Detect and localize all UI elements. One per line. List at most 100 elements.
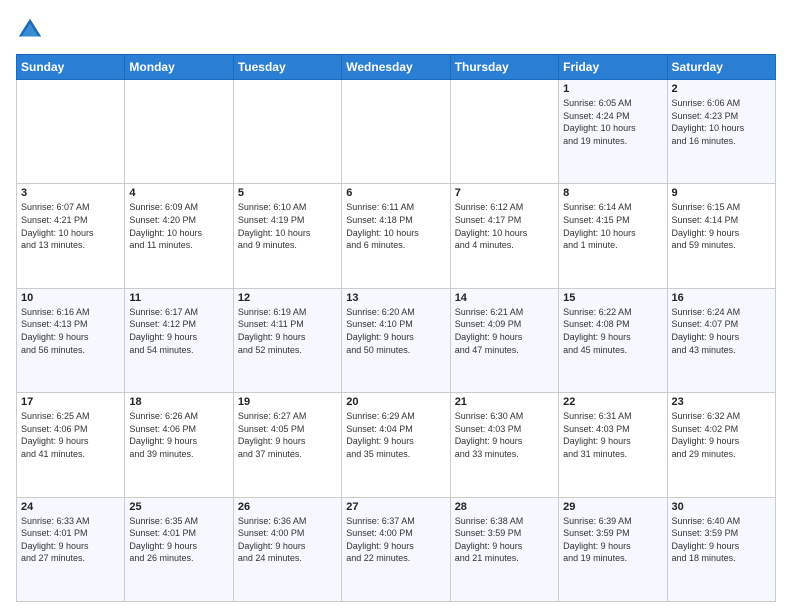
day-number: 6	[346, 187, 445, 199]
day-info: Sunrise: 6:09 AM Sunset: 4:20 PM Dayligh…	[129, 201, 228, 251]
day-info: Sunrise: 6:29 AM Sunset: 4:04 PM Dayligh…	[346, 410, 445, 460]
day-info: Sunrise: 6:16 AM Sunset: 4:13 PM Dayligh…	[21, 306, 120, 356]
week-row-2: 10 Sunrise: 6:16 AM Sunset: 4:13 PM Dayli…	[17, 288, 776, 392]
day-cell: 24 Sunrise: 6:33 AM Sunset: 4:01 PM Dayli…	[17, 497, 125, 601]
day-info: Sunrise: 6:31 AM Sunset: 4:03 PM Dayligh…	[563, 410, 662, 460]
day-number: 21	[455, 396, 554, 408]
day-cell: 27Sunrise: 6:37 AM Sunset: 4:00 PM Dayli…	[342, 497, 450, 601]
day-number: 24	[21, 501, 120, 513]
week-row-3: 17 Sunrise: 6:25 AM Sunset: 4:06 PM Dayli…	[17, 393, 776, 497]
day-cell: 22 Sunrise: 6:31 AM Sunset: 4:03 PM Dayli…	[559, 393, 667, 497]
day-number: 2	[672, 83, 771, 95]
day-info: Sunrise: 6:27 AM Sunset: 4:05 PM Dayligh…	[238, 410, 337, 460]
day-cell: 7Sunrise: 6:12 AM Sunset: 4:17 PM Daylig…	[450, 184, 558, 288]
day-number: 13	[346, 292, 445, 304]
day-cell: 28 Sunrise: 6:38 AM Sunset: 3:59 PM Dayli…	[450, 497, 558, 601]
day-cell: 19 Sunrise: 6:27 AM Sunset: 4:05 PM Dayli…	[233, 393, 341, 497]
week-row-4: 24 Sunrise: 6:33 AM Sunset: 4:01 PM Dayli…	[17, 497, 776, 601]
day-number: 3	[21, 187, 120, 199]
day-cell: 12 Sunrise: 6:19 AM Sunset: 4:11 PM Dayli…	[233, 288, 341, 392]
week-row-0: 1 Sunrise: 6:05 AM Sunset: 4:24 PM Daylig…	[17, 80, 776, 184]
day-cell: 13 Sunrise: 6:20 AM Sunset: 4:10 PM Dayli…	[342, 288, 450, 392]
day-number: 18	[129, 396, 228, 408]
day-cell: 8 Sunrise: 6:14 AM Sunset: 4:15 PM Daylig…	[559, 184, 667, 288]
day-info: Sunrise: 6:26 AM Sunset: 4:06 PM Dayligh…	[129, 410, 228, 460]
day-cell: 18 Sunrise: 6:26 AM Sunset: 4:06 PM Dayli…	[125, 393, 233, 497]
day-info: Sunrise: 6:36 AM Sunset: 4:00 PM Dayligh…	[238, 515, 337, 565]
day-cell: 3 Sunrise: 6:07 AM Sunset: 4:21 PM Daylig…	[17, 184, 125, 288]
day-info: Sunrise: 6:19 AM Sunset: 4:11 PM Dayligh…	[238, 306, 337, 356]
day-info: Sunrise: 6:25 AM Sunset: 4:06 PM Dayligh…	[21, 410, 120, 460]
day-info: Sunrise: 6:33 AM Sunset: 4:01 PM Dayligh…	[21, 515, 120, 565]
day-number: 12	[238, 292, 337, 304]
day-cell: 30 Sunrise: 6:40 AM Sunset: 3:59 PM Dayli…	[667, 497, 775, 601]
day-cell: 9 Sunrise: 6:15 AM Sunset: 4:14 PM Daylig…	[667, 184, 775, 288]
day-cell: 16Sunrise: 6:24 AM Sunset: 4:07 PM Dayli…	[667, 288, 775, 392]
day-number: 29	[563, 501, 662, 513]
day-info: Sunrise: 6:37 AM Sunset: 4:00 PM Dayligh…	[346, 515, 445, 565]
weekday-header-thursday: Thursday	[450, 55, 558, 80]
day-cell: 29 Sunrise: 6:39 AM Sunset: 3:59 PM Dayli…	[559, 497, 667, 601]
day-info: Sunrise: 6:06 AM Sunset: 4:23 PM Dayligh…	[672, 97, 771, 147]
day-cell	[17, 80, 125, 184]
day-cell: 14Sunrise: 6:21 AM Sunset: 4:09 PM Dayli…	[450, 288, 558, 392]
day-number: 4	[129, 187, 228, 199]
day-number: 17	[21, 396, 120, 408]
day-cell: 5Sunrise: 6:10 AM Sunset: 4:19 PM Daylig…	[233, 184, 341, 288]
day-cell	[342, 80, 450, 184]
calendar: SundayMondayTuesdayWednesdayThursdayFrid…	[16, 54, 776, 602]
day-cell: 26 Sunrise: 6:36 AM Sunset: 4:00 PM Dayli…	[233, 497, 341, 601]
day-number: 23	[672, 396, 771, 408]
day-cell: 25Sunrise: 6:35 AM Sunset: 4:01 PM Dayli…	[125, 497, 233, 601]
day-number: 8	[563, 187, 662, 199]
day-info: Sunrise: 6:40 AM Sunset: 3:59 PM Dayligh…	[672, 515, 771, 565]
weekday-header-monday: Monday	[125, 55, 233, 80]
day-cell: 17 Sunrise: 6:25 AM Sunset: 4:06 PM Dayli…	[17, 393, 125, 497]
day-info: Sunrise: 6:14 AM Sunset: 4:15 PM Dayligh…	[563, 201, 662, 251]
logo	[16, 16, 48, 44]
day-info: Sunrise: 6:30 AM Sunset: 4:03 PM Dayligh…	[455, 410, 554, 460]
day-cell: 15Sunrise: 6:22 AM Sunset: 4:08 PM Dayli…	[559, 288, 667, 392]
day-cell: 1 Sunrise: 6:05 AM Sunset: 4:24 PM Daylig…	[559, 80, 667, 184]
day-number: 30	[672, 501, 771, 513]
day-cell: 4 Sunrise: 6:09 AM Sunset: 4:20 PM Daylig…	[125, 184, 233, 288]
day-number: 26	[238, 501, 337, 513]
day-number: 10	[21, 292, 120, 304]
day-info: Sunrise: 6:05 AM Sunset: 4:24 PM Dayligh…	[563, 97, 662, 147]
day-cell: 10 Sunrise: 6:16 AM Sunset: 4:13 PM Dayli…	[17, 288, 125, 392]
day-number: 9	[672, 187, 771, 199]
weekday-header-sunday: Sunday	[17, 55, 125, 80]
day-info: Sunrise: 6:21 AM Sunset: 4:09 PM Dayligh…	[455, 306, 554, 356]
day-cell: 21 Sunrise: 6:30 AM Sunset: 4:03 PM Dayli…	[450, 393, 558, 497]
day-number: 16	[672, 292, 771, 304]
day-number: 5	[238, 187, 337, 199]
day-info: Sunrise: 6:12 AM Sunset: 4:17 PM Dayligh…	[455, 201, 554, 251]
day-cell: 6 Sunrise: 6:11 AM Sunset: 4:18 PM Daylig…	[342, 184, 450, 288]
day-number: 1	[563, 83, 662, 95]
weekday-header-wednesday: Wednesday	[342, 55, 450, 80]
weekday-header-saturday: Saturday	[667, 55, 775, 80]
day-number: 15	[563, 292, 662, 304]
weekday-header-friday: Friday	[559, 55, 667, 80]
day-cell	[125, 80, 233, 184]
day-number: 19	[238, 396, 337, 408]
day-info: Sunrise: 6:32 AM Sunset: 4:02 PM Dayligh…	[672, 410, 771, 460]
day-cell	[450, 80, 558, 184]
day-cell	[233, 80, 341, 184]
day-cell: 11Sunrise: 6:17 AM Sunset: 4:12 PM Dayli…	[125, 288, 233, 392]
day-info: Sunrise: 6:17 AM Sunset: 4:12 PM Dayligh…	[129, 306, 228, 356]
week-row-1: 3 Sunrise: 6:07 AM Sunset: 4:21 PM Daylig…	[17, 184, 776, 288]
day-cell: 23 Sunrise: 6:32 AM Sunset: 4:02 PM Dayli…	[667, 393, 775, 497]
day-info: Sunrise: 6:38 AM Sunset: 3:59 PM Dayligh…	[455, 515, 554, 565]
day-info: Sunrise: 6:20 AM Sunset: 4:10 PM Dayligh…	[346, 306, 445, 356]
day-info: Sunrise: 6:11 AM Sunset: 4:18 PM Dayligh…	[346, 201, 445, 251]
day-info: Sunrise: 6:39 AM Sunset: 3:59 PM Dayligh…	[563, 515, 662, 565]
day-cell: 2 Sunrise: 6:06 AM Sunset: 4:23 PM Daylig…	[667, 80, 775, 184]
day-info: Sunrise: 6:07 AM Sunset: 4:21 PM Dayligh…	[21, 201, 120, 251]
day-number: 28	[455, 501, 554, 513]
weekday-header-tuesday: Tuesday	[233, 55, 341, 80]
logo-icon	[16, 16, 44, 44]
day-number: 22	[563, 396, 662, 408]
day-number: 20	[346, 396, 445, 408]
day-info: Sunrise: 6:15 AM Sunset: 4:14 PM Dayligh…	[672, 201, 771, 251]
